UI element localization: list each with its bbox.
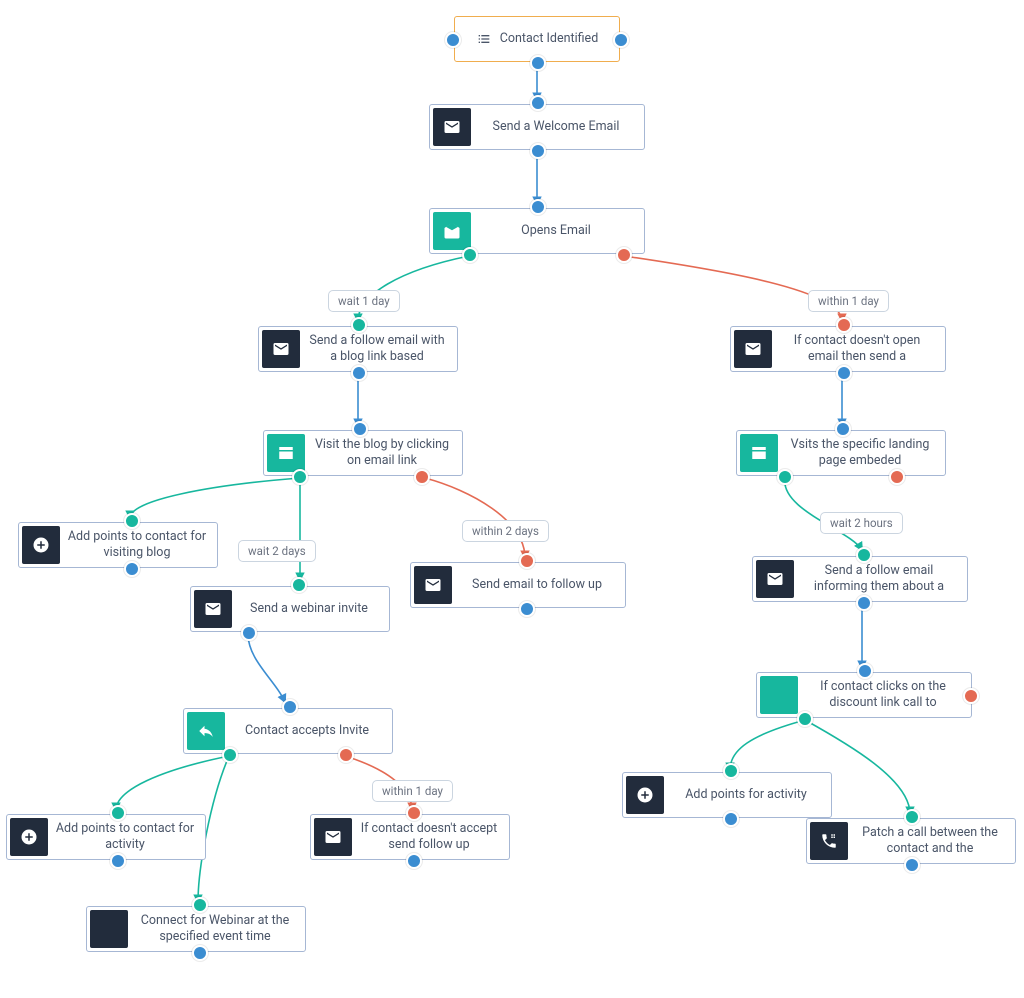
node-label: Patch a call between the contact and the	[851, 823, 1015, 858]
node-label: Contact Identified	[500, 31, 599, 47]
node-visits-landing[interactable]: Vsits the specific landing page embeded	[736, 430, 946, 476]
list-icon	[476, 31, 492, 47]
mail-icon	[314, 818, 352, 856]
reply-icon	[187, 712, 225, 750]
mail-icon	[262, 330, 300, 368]
add-points-icon	[22, 526, 60, 564]
node-label: Send a Welcome Email	[474, 117, 644, 137]
node-label: Send a follow email informing them about…	[797, 561, 967, 596]
node-send-follow-blog[interactable]: Send a follow email with a blog link bas…	[258, 326, 458, 372]
node-patch-call[interactable]: Patch a call between the contact and the	[806, 818, 1016, 864]
node-noopen-send[interactable]: If contact doesn't open email then send …	[730, 326, 946, 372]
node-followup-decline[interactable]: If contact doesn't accept send follow up	[310, 814, 510, 860]
node-label: Add points to contact for visiting blog	[63, 527, 217, 562]
mail-icon	[756, 560, 794, 598]
node-contact-identified[interactable]: Contact Identified	[454, 16, 620, 62]
node-label: Connect for Webinar at the specified eve…	[131, 911, 305, 946]
node-followup-noblog[interactable]: Send email to follow up	[410, 562, 626, 608]
node-label: Add points for activity	[667, 785, 831, 805]
page-icon	[267, 434, 305, 472]
node-label: Send a follow email with a blog link bas…	[303, 331, 457, 366]
node-send-webinar-invite[interactable]: Send a webinar invite	[190, 586, 390, 632]
phone-icon	[810, 822, 848, 860]
add-points-icon	[626, 776, 664, 814]
mail-icon	[414, 566, 452, 604]
add-points-icon	[10, 818, 48, 856]
node-points-discount[interactable]: Add points for activity	[622, 772, 832, 818]
node-points-activity[interactable]: Add points to contact for activity	[6, 814, 206, 860]
edge-label-wait-2-hours: wait 2 hours	[820, 512, 903, 534]
node-label: If contact clicks on the discount link c…	[801, 677, 971, 712]
blank-icon	[760, 676, 798, 714]
node-label: If contact doesn't open email then send …	[775, 331, 945, 366]
node-label: If contact doesn't accept send follow up	[355, 819, 509, 854]
node-label: Send email to follow up	[455, 575, 625, 595]
mail-icon	[734, 330, 772, 368]
node-label: Vsits the specific landing page embeded	[781, 435, 945, 470]
node-visit-blog[interactable]: Visit the blog by clicking on email link	[263, 430, 463, 476]
node-follow-discount[interactable]: Send a follow email informing them about…	[752, 556, 968, 602]
node-label: Add points to contact for activity	[51, 819, 205, 854]
node-send-welcome-email[interactable]: Send a Welcome Email	[429, 104, 645, 150]
node-label: Visit the blog by clicking on email link	[308, 435, 462, 470]
mail-icon	[194, 590, 232, 628]
node-label: Contact accepts Invite	[228, 721, 392, 741]
node-label: Opens Email	[474, 221, 644, 241]
edge-label-within-2-days: within 2 days	[462, 520, 549, 542]
node-accept-invite[interactable]: Contact accepts Invite	[183, 708, 393, 754]
node-clicks-discount[interactable]: If contact clicks on the discount link c…	[756, 672, 972, 718]
edge-label-wait-1-day: wait 1 day	[328, 290, 400, 312]
mail-icon	[433, 108, 471, 146]
node-connect-webinar[interactable]: Connect for Webinar at the specified eve…	[86, 906, 306, 952]
page-icon	[740, 434, 778, 472]
node-points-blog[interactable]: Add points to contact for visiting blog	[18, 522, 218, 568]
open-mail-icon	[433, 212, 471, 250]
edge-label-wait-2-days: wait 2 days	[238, 540, 316, 562]
edge-label-within-1-day: within 1 day	[808, 290, 889, 312]
square-icon	[90, 910, 128, 948]
edge-label-within-1-day-b: within 1 day	[372, 780, 453, 802]
node-opens-email[interactable]: Opens Email	[429, 208, 645, 254]
node-label: Send a webinar invite	[235, 599, 389, 619]
